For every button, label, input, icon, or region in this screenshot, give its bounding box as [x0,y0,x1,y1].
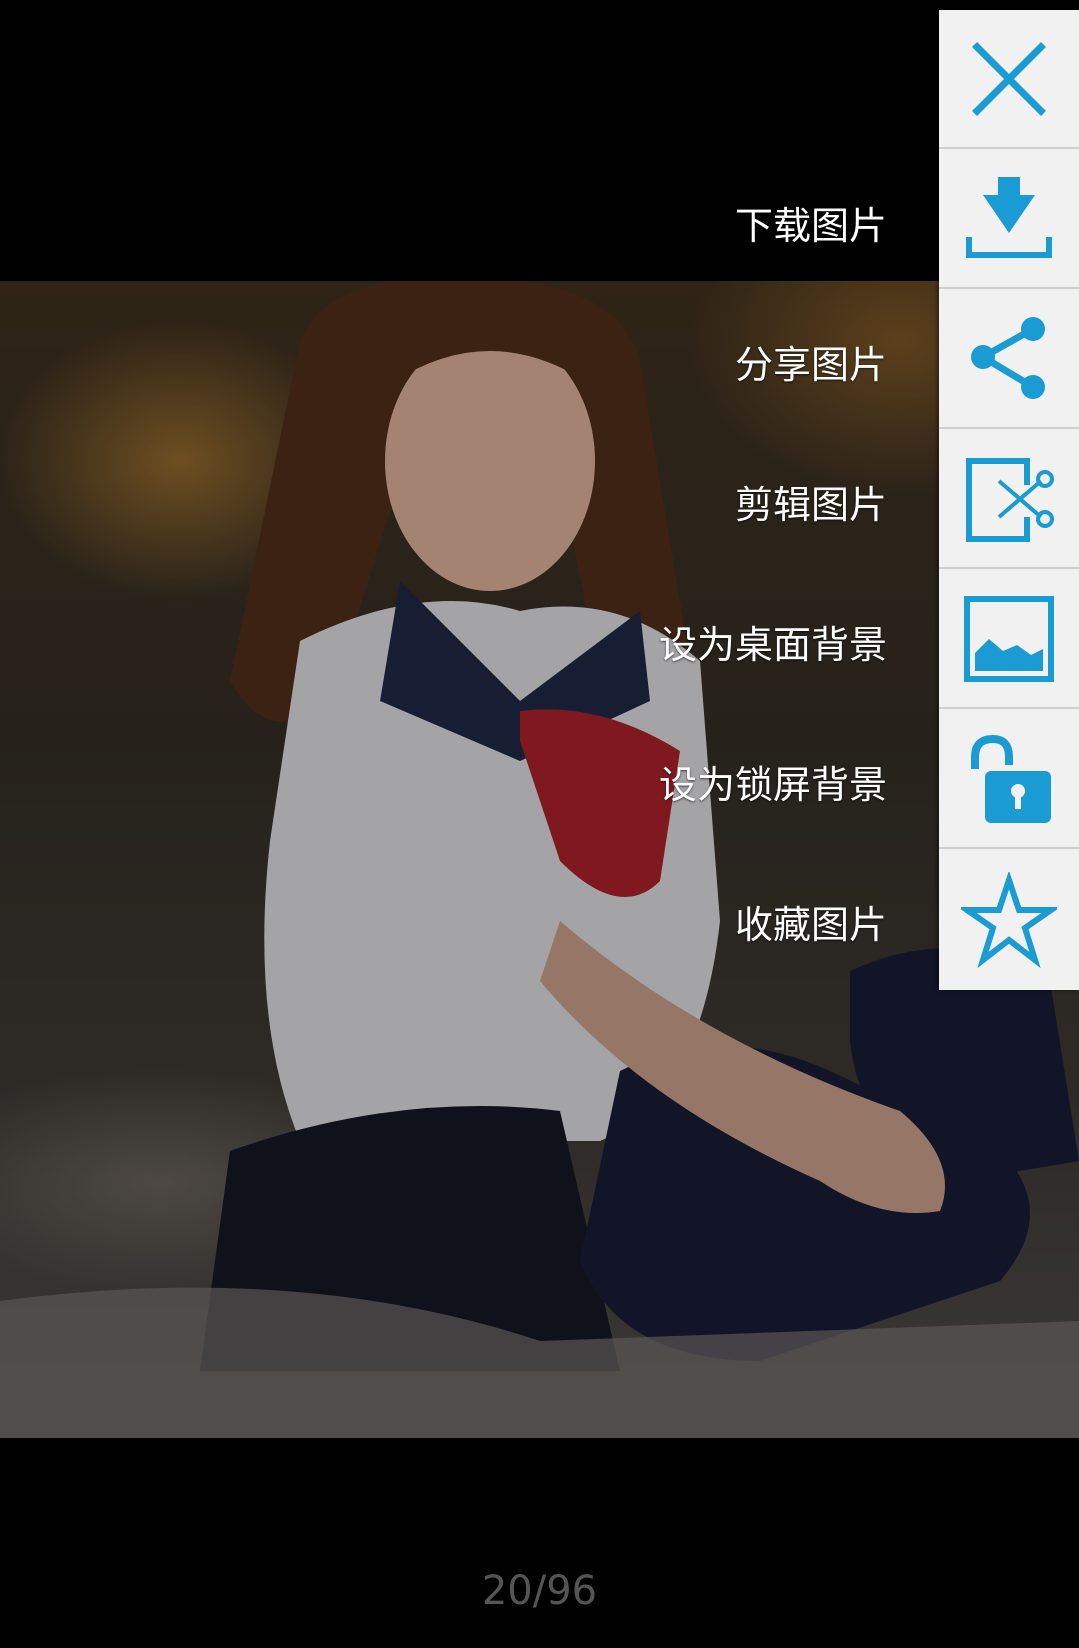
menu-label-set-lockscreen[interactable]: 设为锁屏背景 [659,754,887,809]
menu-label-download[interactable]: 下载图片 [735,195,887,250]
download-button[interactable] [939,150,1079,289]
action-panel [939,10,1079,990]
menu-label-edit[interactable]: 剪辑图片 [735,474,887,529]
share-button[interactable] [939,290,1079,429]
favorite-button[interactable] [939,850,1079,989]
download-icon [966,176,1052,258]
set-wallpaper-button[interactable] [939,570,1079,709]
wallpaper-image-icon [964,595,1054,682]
menu-label-share[interactable]: 分享图片 [735,334,887,389]
close-button[interactable] [939,10,1079,149]
menu-label-favorite[interactable]: 收藏图片 [735,894,887,949]
crop-scissors-icon [966,457,1054,542]
set-lockscreen-button[interactable] [939,710,1079,849]
close-icon [972,41,1046,116]
wallpaper-photo [0,281,1079,1438]
edit-button[interactable] [939,430,1079,569]
page-counter: 20/96 [481,1568,598,1614]
unlock-icon [971,734,1051,823]
photo-dim-overlay [0,281,1079,1438]
share-icon [971,316,1045,399]
star-icon [961,871,1057,968]
menu-label-set-wallpaper[interactable]: 设为桌面背景 [659,614,887,669]
